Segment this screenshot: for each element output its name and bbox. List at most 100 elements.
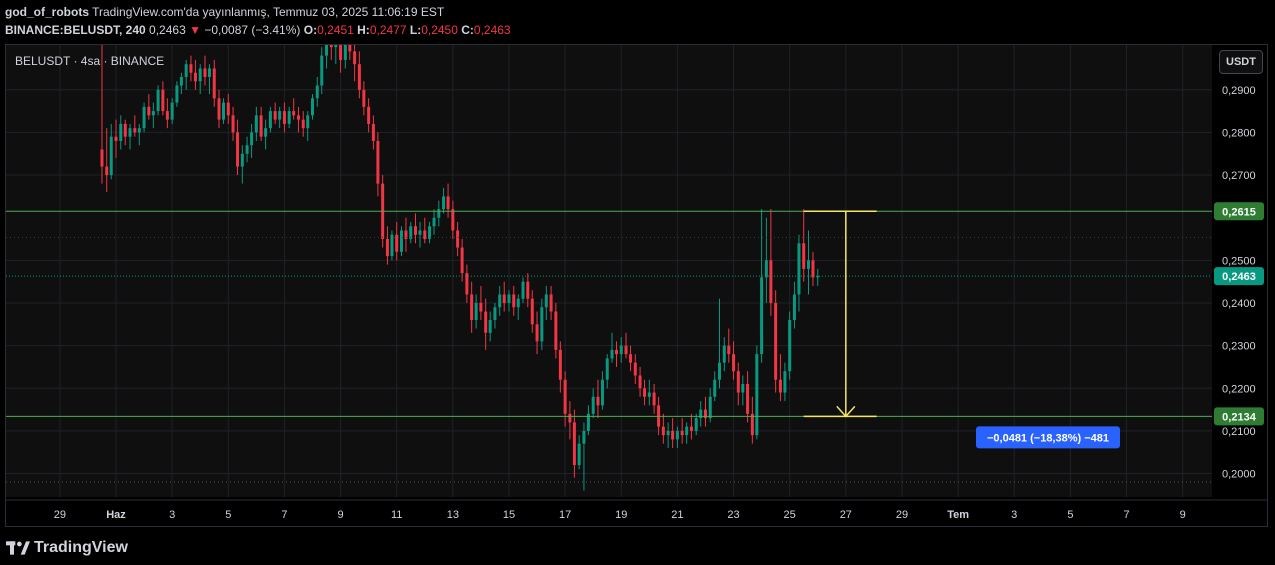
date-tick-label: 5	[1067, 509, 1073, 521]
candle-body	[474, 302, 478, 321]
date-tick-label: 9	[337, 509, 343, 521]
candle-body	[418, 230, 422, 235]
candle-body	[470, 294, 474, 321]
candle-body	[198, 68, 202, 82]
date-tick-label: Tem	[947, 509, 969, 521]
date-tick-label: 19	[615, 509, 627, 521]
candle-body	[652, 392, 656, 406]
symbol-legend: BELUSDT · 4sa · BINANCE	[15, 54, 165, 68]
candle-body	[170, 102, 174, 120]
candle-body	[236, 132, 240, 167]
candle-body	[493, 307, 497, 321]
candle-body	[540, 307, 544, 342]
candle-body	[362, 89, 366, 107]
candle-body	[320, 55, 324, 86]
candle-body	[544, 294, 548, 308]
candle-body	[254, 115, 258, 133]
candle-body	[217, 98, 221, 120]
price-tick-label: 0,2000	[1222, 469, 1256, 481]
candle-body	[769, 260, 773, 303]
candle-body	[165, 111, 169, 120]
date-tick-label: 3	[1011, 509, 1017, 521]
candle-body	[390, 234, 394, 257]
currency-button[interactable]: USDT	[1219, 50, 1263, 74]
candle-body	[212, 68, 216, 99]
candle-body	[301, 119, 305, 129]
candle-body	[376, 140, 380, 184]
date-tick-label: 7	[1123, 509, 1129, 521]
candle-body	[207, 68, 211, 77]
candle-body	[231, 115, 235, 133]
date-tick-label: 25	[784, 509, 796, 521]
candle-body	[114, 136, 118, 141]
candle-body	[591, 396, 595, 414]
candle-body	[554, 311, 558, 350]
date-tick-label: 5	[225, 509, 231, 521]
candle-body	[414, 226, 418, 235]
candle-body	[596, 396, 600, 406]
date-tick-label: 3	[169, 509, 175, 521]
candle-body	[446, 196, 450, 210]
candle-body	[264, 128, 268, 137]
tradingview-logo: TradingView	[6, 539, 128, 557]
candle-body	[147, 106, 151, 116]
candle-body	[507, 294, 511, 303]
candle-body	[661, 426, 665, 436]
candle-body	[334, 45, 338, 48]
date-tick-label: 15	[503, 509, 515, 521]
candle-body	[306, 115, 310, 129]
candle-body	[395, 234, 399, 252]
price-tick-label: 0,2400	[1222, 298, 1256, 310]
date-tick-label: 17	[559, 509, 571, 521]
candle-body	[512, 294, 516, 308]
candle-body	[339, 45, 343, 60]
tradingview-logo-icon	[6, 541, 30, 555]
candle-body	[451, 209, 455, 231]
candle-body	[806, 260, 810, 269]
candle-body	[713, 379, 717, 397]
candle-body	[633, 362, 637, 376]
candle-body	[750, 413, 754, 436]
candle-body	[671, 430, 675, 440]
candle-body	[680, 430, 684, 436]
candle-body	[399, 230, 403, 252]
price-chart[interactable]: 0,2900 0,2800 0,2700 0,2500 0,2400 0,2300 0,22…	[0, 0, 1275, 565]
candle-body	[292, 111, 296, 116]
candle-body	[100, 149, 104, 167]
candle-body	[184, 64, 188, 77]
candle-body	[203, 68, 207, 77]
candle-body	[694, 418, 698, 431]
candle-body	[268, 111, 272, 129]
candle-body	[722, 345, 726, 363]
candle-body	[643, 388, 647, 397]
current-price-label: 0,2463	[1222, 271, 1256, 283]
price-tick-label: 0,2100	[1222, 426, 1256, 438]
candle-body	[498, 294, 502, 308]
candle-body	[273, 111, 277, 120]
candle-body	[732, 354, 736, 372]
candle-body	[675, 430, 679, 440]
candle-body	[760, 277, 764, 355]
candle-body	[329, 45, 333, 48]
candle-body	[456, 230, 460, 248]
candle-body	[619, 345, 623, 355]
candle-body	[367, 106, 371, 124]
candle-body	[357, 64, 361, 90]
candle-body	[222, 102, 226, 120]
candle-body	[240, 153, 244, 167]
date-tick-label: 13	[447, 509, 459, 521]
brand-name: TradingView	[34, 539, 128, 556]
candle-body	[259, 115, 263, 137]
candle-body	[460, 247, 464, 274]
candle-body	[736, 371, 740, 393]
candle-body	[802, 243, 806, 269]
candle-body	[685, 426, 689, 436]
candle-body	[250, 132, 254, 146]
candle-body	[614, 349, 618, 355]
candle-body	[535, 324, 539, 342]
candle-body	[502, 294, 506, 303]
candle-body	[151, 111, 155, 116]
candle-body	[516, 298, 520, 308]
candle-body	[629, 354, 633, 363]
candle-body	[624, 345, 628, 355]
